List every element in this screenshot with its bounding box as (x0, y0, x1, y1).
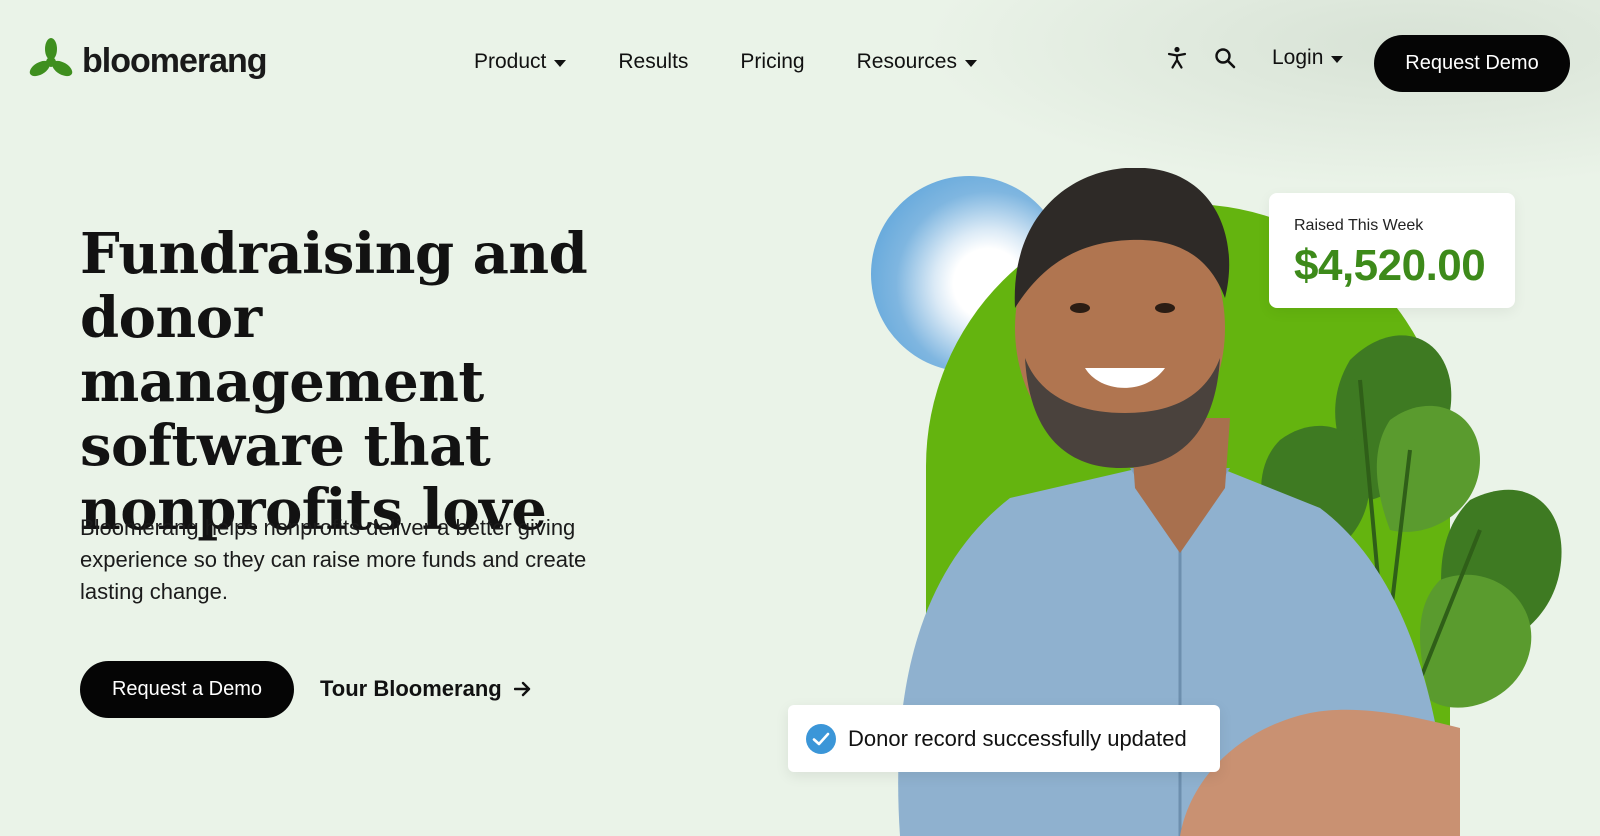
caret-down-icon (554, 60, 567, 67)
login-menu[interactable]: Login (1272, 46, 1344, 70)
accessibility-icon[interactable] (1166, 46, 1188, 70)
caret-down-icon (965, 60, 977, 67)
logo-text: bloomerang (82, 41, 268, 80)
header-utilities: Login (1166, 46, 1344, 70)
raised-amount: $4,520.00 (1294, 241, 1486, 290)
raised-label: Raised This Week (1294, 217, 1424, 234)
toast-message: Donor record successfully updated (848, 725, 1187, 751)
logo[interactable]: bloomerang (28, 38, 268, 84)
main-nav: Product Results Pricing Resources (474, 50, 977, 74)
nav-item-pricing[interactable]: Pricing (740, 50, 804, 74)
nav-item-label: Product (474, 50, 547, 73)
hero-headline: Fundraising and donor management softwar… (80, 221, 588, 543)
raised-this-week-card: Raised This Week $4,520.00 (1269, 193, 1515, 308)
request-demo-button[interactable]: Request Demo (1374, 35, 1570, 92)
caret-down-icon (1331, 56, 1344, 63)
nav-item-label: Pricing (740, 50, 805, 73)
nav-item-resources[interactable]: Resources (857, 50, 977, 74)
arrow-right-icon (513, 681, 530, 697)
nav-item-product[interactable]: Product (474, 50, 567, 74)
tour-bloomerang-link[interactable]: Tour Bloomerang (320, 676, 532, 702)
success-toast: Donor record successfully updated (788, 705, 1220, 772)
hero-subtext: Bloomerang helps nonprofits deliver a be… (80, 515, 587, 604)
nav-item-label: Resources (856, 50, 957, 73)
bloomerang-logo-icon (29, 38, 73, 77)
check-circle-icon (806, 723, 836, 754)
tour-label: Tour Bloomerang (320, 676, 502, 701)
search-icon[interactable] (1214, 47, 1236, 69)
login-label: Login (1272, 46, 1324, 69)
request-a-demo-button[interactable]: Request a Demo (80, 661, 294, 718)
nav-item-label: Results (618, 50, 689, 73)
nav-item-results[interactable]: Results (618, 50, 688, 74)
